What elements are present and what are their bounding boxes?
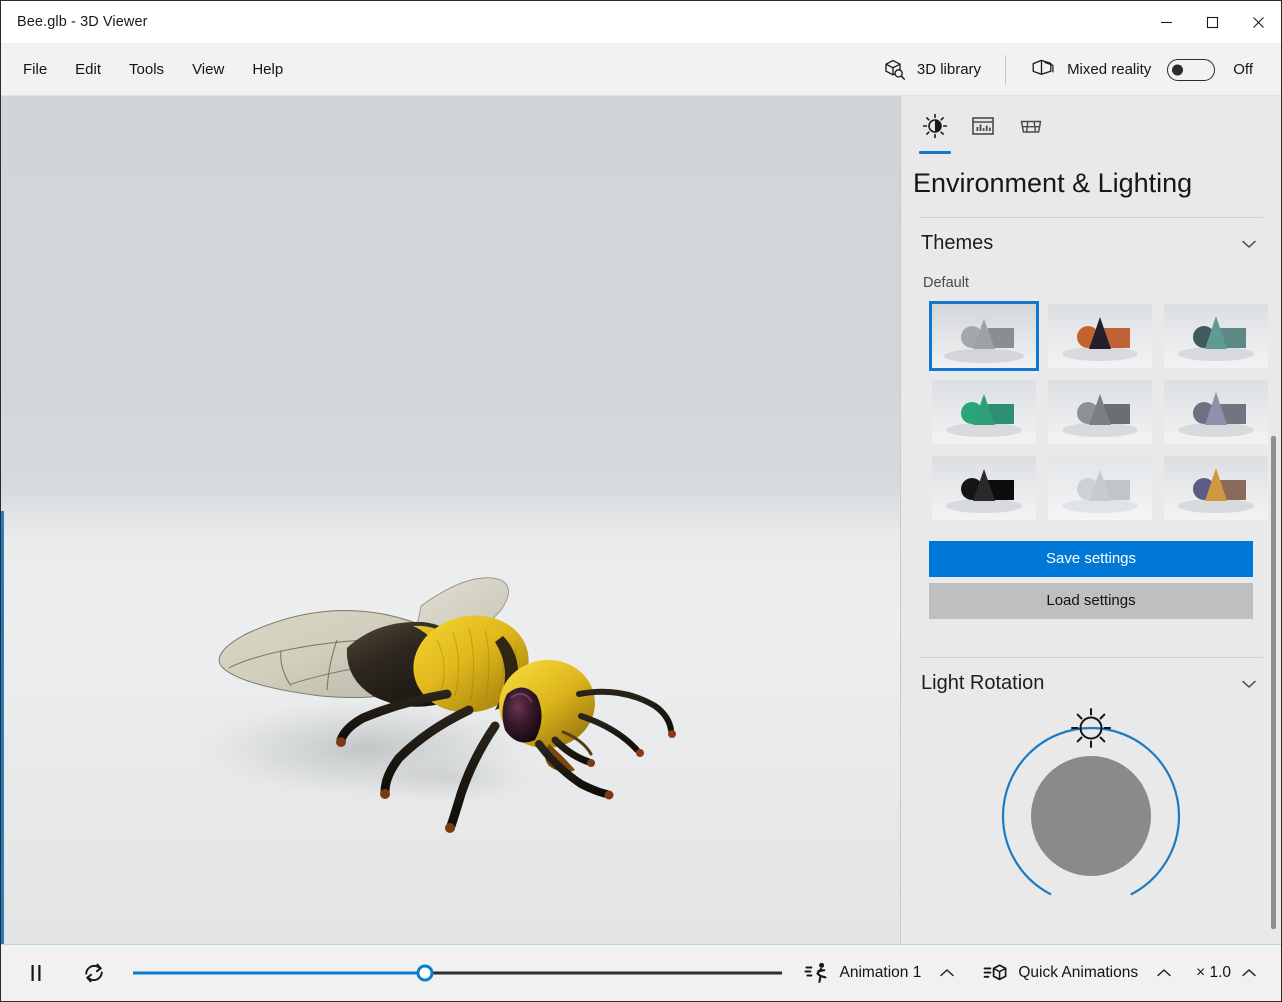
3d-viewport[interactable] [1, 96, 901, 944]
theme-preview-icon [1164, 380, 1268, 445]
chevron-down-icon[interactable] [1239, 234, 1259, 254]
chevron-down-icon[interactable] [1239, 674, 1259, 694]
theme-thumb-5[interactable] [1161, 377, 1271, 447]
viewport-focus-edge [1, 511, 4, 944]
toolbar-right: 3D library Mixed reality Off [872, 43, 1281, 96]
menu-item-help[interactable]: Help [238, 54, 297, 85]
animation-runner-icon [804, 962, 827, 983]
statistics-chart-icon [972, 117, 994, 135]
loop-repeat-icon [85, 963, 103, 983]
pause-icon [31, 965, 41, 981]
menu-item-list: File Edit Tools View Help [1, 54, 297, 85]
body-split: Environment & Lighting Themes Default Sa… [1, 96, 1281, 944]
light-rotation-section-header[interactable]: Light Rotation [901, 658, 1281, 695]
menu-item-file[interactable]: File [9, 54, 61, 85]
chevron-up-icon [1157, 969, 1171, 977]
scrubber-fill [133, 971, 426, 975]
themes-heading: Themes [921, 232, 994, 255]
light-rotation-dial[interactable] [901, 701, 1281, 931]
menu-bar: File Edit Tools View Help 3D library Mix… [1, 43, 1281, 96]
window-controls [1143, 1, 1281, 43]
maximize-button[interactable] [1189, 1, 1235, 43]
theme-preview-icon [1164, 304, 1268, 369]
quick-animations-label: Quick Animations [1018, 964, 1139, 981]
panel-scroll-area: Themes Default Save settings Load settin… [901, 199, 1281, 944]
themes-group-label: Default [923, 275, 969, 292]
3d-library-button[interactable]: 3D library [872, 51, 991, 88]
theme-thumb-0[interactable] [929, 301, 1039, 372]
panel-scrollbar[interactable] [1271, 436, 1276, 930]
tab-indicator [967, 151, 999, 154]
theme-preview-icon [932, 380, 1036, 445]
mixed-reality-control[interactable]: Mixed reality Off [1020, 51, 1263, 88]
menu-item-tools[interactable]: Tools [115, 54, 178, 85]
minimize-button[interactable] [1143, 1, 1189, 43]
chevron-up-icon [940, 969, 955, 977]
tab-statistics[interactable] [961, 110, 1005, 154]
themes-section-header[interactable]: Themes [901, 218, 1281, 255]
light-rotation-heading: Light Rotation [921, 672, 1045, 695]
theme-preview-icon [932, 304, 1036, 369]
save-settings-button[interactable]: Save settings [929, 541, 1253, 578]
theme-thumb-3[interactable] [929, 377, 1039, 447]
toolbar-separator [1005, 54, 1007, 85]
app-window: Bee.glb - 3D Viewer File Edit Tools View… [0, 0, 1282, 1002]
quick-animations-cube-icon [983, 964, 1007, 981]
quick-animations-chevron[interactable] [1146, 957, 1182, 989]
menu-item-view[interactable]: View [178, 54, 238, 85]
close-icon [1252, 16, 1264, 28]
menu-item-edit[interactable]: Edit [61, 54, 115, 85]
panel-tab-bar [901, 96, 1281, 154]
tab-active-indicator [919, 151, 951, 154]
close-button[interactable] [1235, 1, 1281, 43]
tab-environment-lighting[interactable] [913, 110, 957, 154]
animation-scrubber[interactable] [133, 953, 783, 993]
bee-3d-model-icon [191, 577, 676, 833]
light-rotation-dial-icon[interactable] [976, 701, 1206, 931]
mixed-reality-state: Off [1233, 61, 1253, 78]
animation-selector[interactable]: Animation 1 [796, 954, 929, 992]
scrubber-thumb[interactable] [416, 964, 434, 982]
animation-selector-chevron[interactable] [929, 957, 965, 989]
right-panel: Environment & Lighting Themes Default Sa… [901, 96, 1281, 944]
window-title: Bee.glb - 3D Viewer [17, 14, 148, 30]
mixed-reality-label: Mixed reality [1067, 61, 1152, 78]
play-pause-button[interactable] [15, 953, 57, 993]
theme-preview-icon [1164, 456, 1268, 521]
minimize-icon [1160, 21, 1172, 23]
theme-thumb-4[interactable] [1045, 377, 1155, 447]
brightness-sun-icon [922, 113, 948, 139]
tab-grid[interactable] [1009, 110, 1053, 154]
theme-preview-icon [1048, 380, 1152, 445]
animation-bar: Animation 1 Quick Animations × 1.0 [1, 944, 1281, 1001]
theme-thumb-2[interactable] [1161, 301, 1271, 371]
theme-thumbnail-grid [901, 291, 1281, 523]
quick-animations-selector[interactable]: Quick Animations [975, 954, 1146, 992]
settings-button-stack: Save settings Load settings [901, 523, 1281, 620]
3d-library-label: 3D library [916, 61, 982, 78]
mixed-reality-toggle[interactable] [1167, 58, 1216, 81]
bee-model [151, 544, 721, 874]
theme-preview-icon [1048, 304, 1152, 369]
load-settings-button[interactable]: Load settings [929, 583, 1253, 620]
tab-indicator [1015, 151, 1047, 154]
toggle-knob [1172, 64, 1184, 75]
theme-preview-icon [932, 456, 1036, 521]
mixed-reality-icon [1032, 59, 1054, 75]
theme-thumb-8[interactable] [1161, 453, 1271, 523]
grid-table-icon [1020, 120, 1042, 133]
theme-thumb-7[interactable] [1045, 453, 1155, 523]
cube-search-icon [885, 59, 905, 80]
theme-thumb-1[interactable] [1045, 301, 1155, 371]
title-bar: Bee.glb - 3D Viewer [1, 1, 1281, 43]
theme-preview-icon [1048, 456, 1152, 521]
loop-button[interactable] [73, 953, 115, 993]
playback-speed-chevron[interactable] [1231, 957, 1267, 989]
chevron-up-icon [1242, 969, 1256, 977]
maximize-icon [1206, 16, 1218, 28]
animation-name-label: Animation 1 [839, 964, 922, 981]
panel-title: Environment & Lighting [913, 168, 1193, 198]
playback-speed-label: × 1.0 [1196, 964, 1231, 981]
theme-thumb-6[interactable] [929, 453, 1039, 523]
